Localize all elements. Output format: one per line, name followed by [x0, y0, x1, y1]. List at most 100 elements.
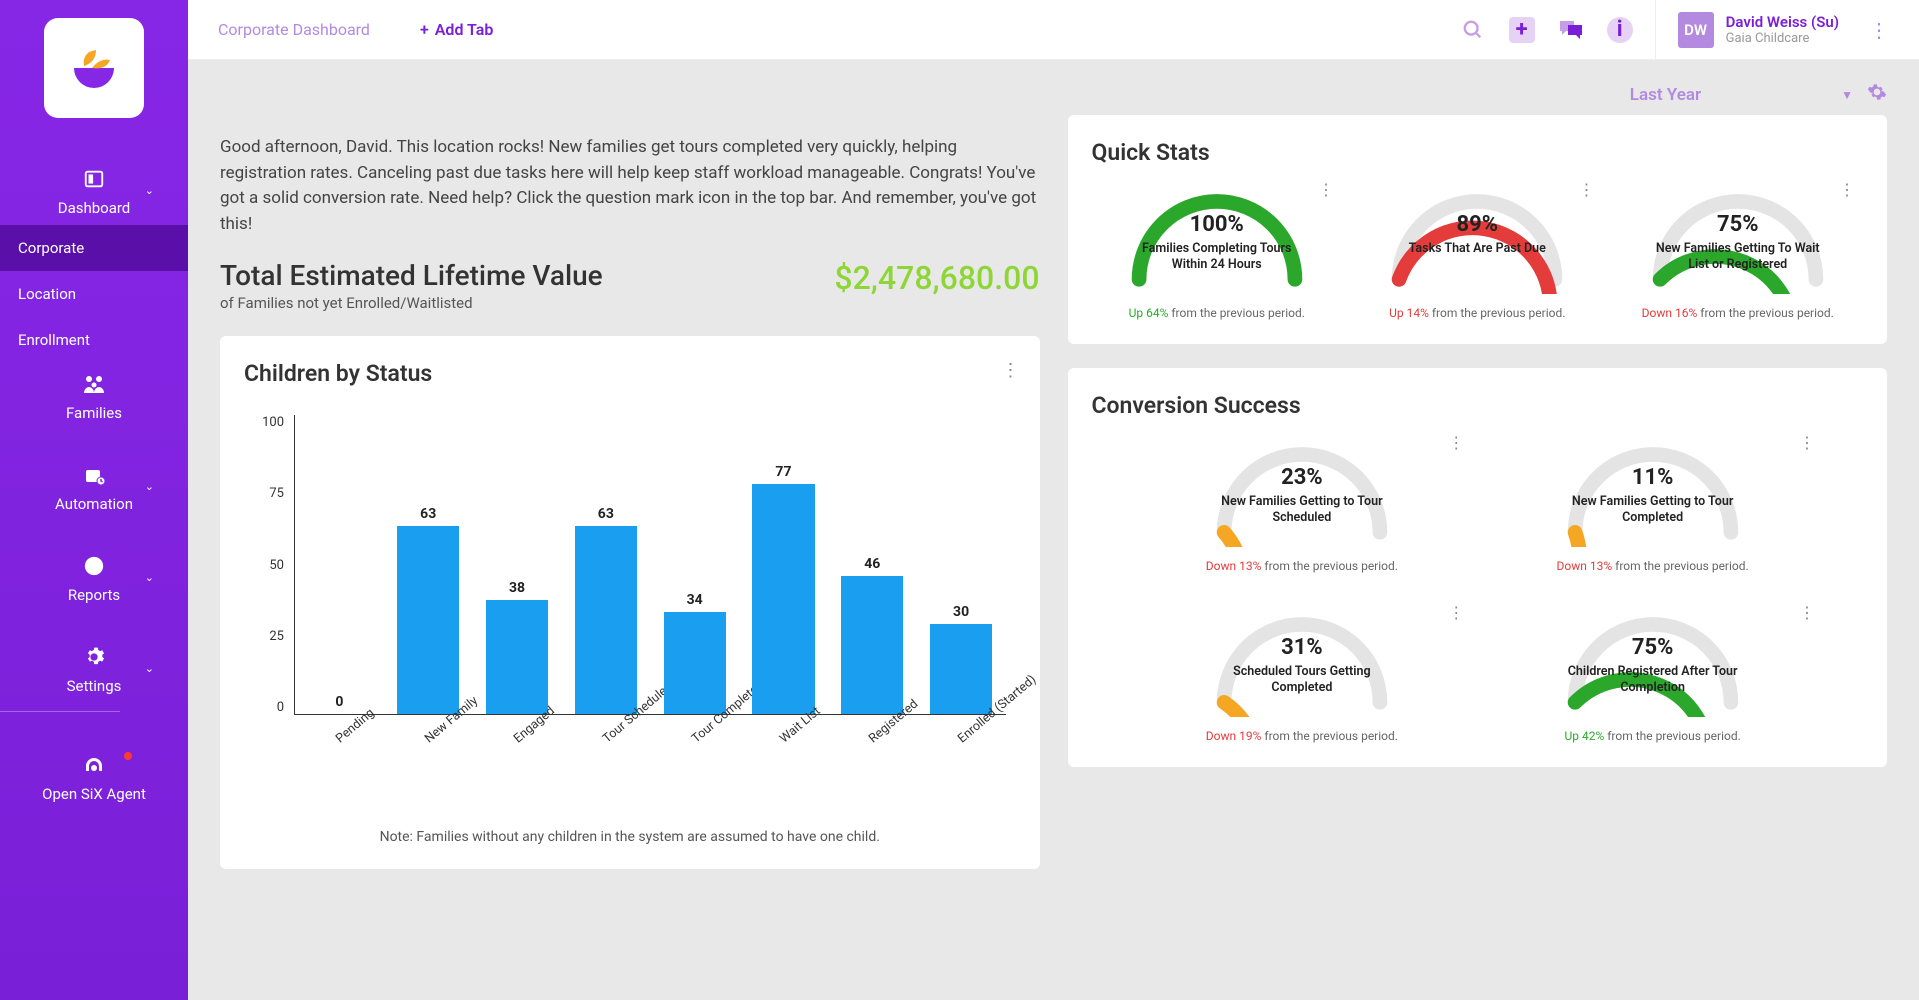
user-org: Gaia Childcare — [1726, 31, 1839, 46]
user-avatar: DW — [1678, 12, 1714, 48]
chevron-down-icon: ⌄ — [145, 571, 154, 584]
topbar: Corporate Dashboard + Add Tab + i DW Dav… — [188, 0, 1919, 60]
reports-icon — [0, 555, 188, 582]
period-label: Last Year — [1630, 85, 1701, 105]
sidebar-item-automation[interactable]: Automation⌄ — [0, 454, 188, 521]
gauge-label: Scheduled Tours Getting Completed — [1217, 664, 1387, 697]
gauge-label: New Families Getting to Tour Completed — [1568, 494, 1738, 527]
chevron-down-icon: ▼ — [1841, 88, 1853, 102]
gauge-delta: Down 13% from the previous period. — [1482, 559, 1823, 573]
bar-value: 46 — [864, 556, 880, 572]
gauge-item: ⋮ 75% New Families Getting To Wait List … — [1613, 184, 1864, 320]
gauge-delta: Down 16% from the previous period. — [1613, 306, 1864, 320]
gauge-delta: Up 14% from the previous period. — [1352, 306, 1603, 320]
gauge-label: Children Registered After Tour Completio… — [1568, 664, 1738, 697]
gauge-percent: 75% — [1482, 635, 1823, 660]
period-selector[interactable]: Last Year ▼ — [1630, 85, 1853, 105]
add-tab-label: Add Tab — [435, 20, 494, 39]
bar-rect — [930, 624, 992, 714]
bar-rect — [575, 526, 637, 714]
chat-icon[interactable] — [1557, 16, 1585, 44]
bar-col: 0 Pending — [295, 415, 384, 714]
bar-value: 63 — [598, 506, 614, 522]
gauge-delta: Down 13% from the previous period. — [1132, 559, 1473, 573]
sidebar-sub-corporate[interactable]: Corporate — [0, 225, 188, 271]
chart-bars: 0 Pending 63 New Family 38 Engaged 63 To… — [294, 415, 1006, 715]
tlv-title: Total Estimated Lifetime Value — [220, 259, 603, 292]
gauge-item: ⋮ 89% Tasks That Are Past Due Up 14% fro… — [1352, 184, 1603, 320]
gear-icon[interactable] — [1867, 82, 1887, 107]
add-icon[interactable]: + — [1509, 17, 1535, 43]
chart-y-axis: 1007550250 — [244, 415, 284, 715]
bar-value: 0 — [335, 694, 343, 710]
sidebar-item-families[interactable]: Families — [0, 363, 188, 430]
tlv-value: $2,478,680.00 — [834, 259, 1039, 297]
bar-col: 38 Engaged — [473, 415, 562, 714]
bar-rect — [486, 600, 548, 714]
sidebar-item-open-six-agent[interactable]: Open SiX Agent — [0, 744, 188, 811]
bar-col: 63 Tour Scheduled — [561, 415, 650, 714]
bar-rect — [752, 484, 814, 714]
app-logo[interactable] — [44, 18, 144, 118]
gauge-item: ⋮ 11% New Families Getting to Tour Compl… — [1482, 437, 1823, 573]
add-tab-button[interactable]: + Add Tab — [400, 20, 513, 39]
plus-icon: + — [420, 20, 429, 39]
conversion-card: Conversion Success ⋮ 23% New Families Ge… — [1068, 368, 1888, 767]
gauge-percent: 89% — [1352, 212, 1603, 237]
children-by-status-card: Children by Status ⋮ 1007550250 0 Pendin… — [220, 336, 1040, 869]
chevron-down-icon: ⌄ — [145, 184, 154, 197]
sidebar-sub-enrollment[interactable]: Enrollment — [0, 317, 188, 363]
gauge-delta: Up 42% from the previous period. — [1482, 729, 1823, 743]
dashboard-icon — [0, 168, 188, 195]
gauge-item: ⋮ 31% Scheduled Tours Getting Completed … — [1132, 607, 1473, 743]
gauge-percent: 31% — [1132, 635, 1473, 660]
gauge-percent: 23% — [1132, 465, 1473, 490]
gauge-label: New Families Getting to Tour Scheduled — [1217, 494, 1387, 527]
agent-icon — [0, 754, 188, 781]
sidebar-sub-location[interactable]: Location — [0, 271, 188, 317]
tab-corporate-dashboard[interactable]: Corporate Dashboard — [188, 0, 400, 59]
automation-icon — [0, 464, 188, 491]
sidebar-item-dashboard[interactable]: Dashboard⌄ — [0, 158, 188, 225]
bar-value: 38 — [509, 580, 525, 596]
bar-col: 63 New Family — [384, 415, 473, 714]
bar-rect — [841, 576, 903, 714]
user-menu-icon[interactable]: ⋮ — [1869, 18, 1889, 42]
main-area: Corporate Dashboard + Add Tab + i DW Dav… — [188, 0, 1919, 1000]
bar-col: 77 Wait List — [739, 415, 828, 714]
bar-value: 34 — [687, 592, 703, 608]
gauge-percent: 100% — [1092, 212, 1343, 237]
user-section[interactable]: DW David Weiss (Su) Gaia Childcare ⋮ — [1655, 0, 1889, 59]
settings-icon — [0, 646, 188, 673]
quick-stats-title: Quick Stats — [1092, 139, 1864, 166]
help-icon[interactable]: i — [1607, 17, 1633, 43]
sidebar-item-reports[interactable]: Reports⌄ — [0, 545, 188, 612]
bar-value: 63 — [420, 506, 436, 522]
gauge-percent: 11% — [1482, 465, 1823, 490]
sidebar-item-settings[interactable]: Settings⌄ — [0, 636, 188, 703]
bar-value: 77 — [775, 464, 791, 480]
gauge-item: ⋮ 100% Families Completing Tours Within … — [1092, 184, 1343, 320]
gauge-delta: Down 19% from the previous period. — [1132, 729, 1473, 743]
bar-col: 34 Tour Completed — [650, 415, 739, 714]
bar-value: 30 — [953, 604, 969, 620]
gauge-label: New Families Getting To Wait List or Reg… — [1653, 241, 1823, 274]
families-icon — [0, 373, 188, 400]
bar-label: Pending — [333, 706, 377, 747]
bar-rect — [397, 526, 459, 714]
bar-rect — [664, 612, 726, 714]
gauge-delta: Up 64% from the previous period. — [1092, 306, 1343, 320]
search-icon[interactable] — [1459, 16, 1487, 44]
gauge-item: ⋮ 23% New Families Getting to Tour Sched… — [1132, 437, 1473, 573]
conversion-title: Conversion Success — [1092, 392, 1864, 419]
quick-stats-card: Quick Stats ⋮ 100% Families Completing T… — [1068, 115, 1888, 344]
greeting-text: Good afternoon, David. This location roc… — [220, 115, 1040, 237]
card-menu-icon[interactable]: ⋮ — [1002, 360, 1020, 381]
bar-col: 30 Enrolled (Started) — [917, 415, 1006, 714]
gauge-item: ⋮ 75% Children Registered After Tour Com… — [1482, 607, 1823, 743]
chevron-down-icon: ⌄ — [145, 480, 154, 493]
gauge-label: Families Completing Tours Within 24 Hour… — [1132, 241, 1302, 274]
chart-title: Children by Status — [244, 360, 1016, 387]
alert-dot-icon — [124, 752, 132, 760]
gauge-label: Tasks That Are Past Due — [1392, 241, 1562, 257]
